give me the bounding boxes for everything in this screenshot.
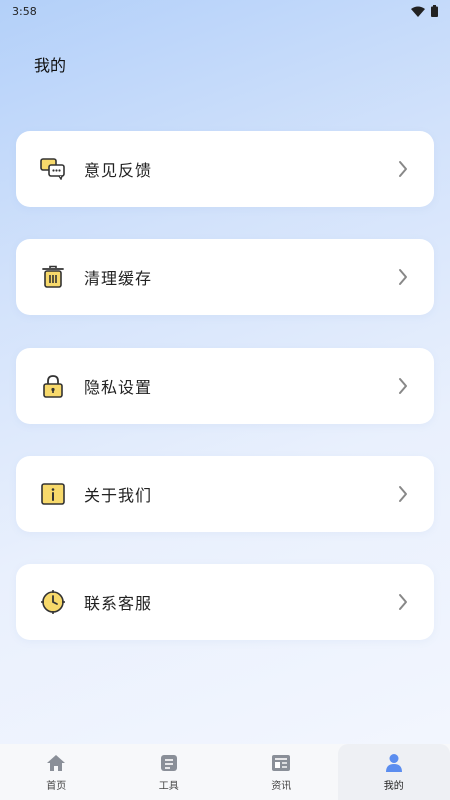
news-icon: [270, 752, 292, 774]
chevron-right-icon: [396, 592, 410, 612]
nav-item-home[interactable]: 首页: [0, 744, 113, 800]
status-time: 3:58: [12, 4, 37, 18]
nav-item-label: 资讯: [271, 781, 292, 792]
nav-item-label: 首页: [46, 781, 67, 792]
menu-item-label: 联系客服: [84, 594, 153, 613]
chevron-right-icon: [396, 267, 410, 287]
chevron-right-icon: [396, 484, 410, 504]
menu-item-clear-cache[interactable]: 清理缓存: [16, 239, 434, 315]
battery-icon: [431, 5, 438, 17]
nav-item-profile[interactable]: 我的: [337, 744, 450, 800]
menu-item-label: 关于我们: [84, 486, 153, 505]
tools-icon: [158, 752, 180, 774]
lock-icon: [40, 373, 66, 399]
nav-item-tools[interactable]: 工具: [113, 744, 226, 800]
nav-item-label: 工具: [158, 781, 179, 792]
home-icon: [45, 752, 67, 774]
feedback-icon: [40, 156, 66, 182]
menu-item-label: 意见反馈: [84, 161, 153, 180]
page-title: 我的: [34, 56, 67, 75]
profile-icon: [383, 752, 405, 774]
chevron-right-icon: [396, 159, 410, 179]
chevron-right-icon: [396, 376, 410, 396]
status-bar: 3:58: [0, 0, 450, 22]
bottom-nav: 首页 工具 资讯 我的: [0, 744, 450, 800]
menu-item-about[interactable]: 关于我们: [16, 456, 434, 532]
menu-item-feedback[interactable]: 意见反馈: [16, 131, 434, 207]
menu-item-privacy[interactable]: 隐私设置: [16, 348, 434, 424]
menu-item-contact[interactable]: 联系客服: [16, 564, 434, 640]
nav-item-label: 我的: [383, 781, 404, 792]
info-icon: [40, 481, 66, 507]
status-icons: [411, 5, 438, 17]
trash-icon: [40, 264, 66, 290]
menu-item-label: 隐私设置: [84, 378, 153, 397]
wifi-icon: [411, 6, 425, 17]
menu-item-label: 清理缓存: [84, 269, 153, 288]
nav-item-news[interactable]: 资讯: [225, 744, 338, 800]
clock-icon: [40, 589, 66, 615]
